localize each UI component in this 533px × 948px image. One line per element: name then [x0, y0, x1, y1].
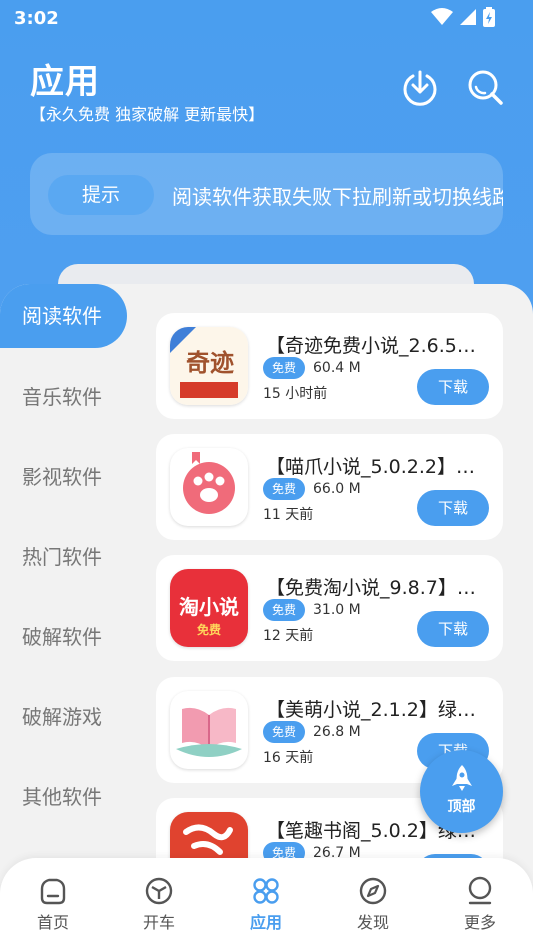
app-date: 11 天前 [263, 507, 314, 523]
battery-icon [483, 7, 495, 27]
app-icon-text: 奇迹 [186, 348, 234, 377]
signal-icon [460, 9, 476, 25]
paw-icon [170, 448, 248, 526]
tao-novel-icon: 淘小说 免费 [170, 569, 248, 647]
app-size: 26.8 M [313, 724, 361, 740]
page-title: 应用 [30, 62, 100, 102]
download-button[interactable]: 下载 [417, 369, 489, 405]
app-card[interactable]: 淘小说 免费 【免费淘小说_9.8.7】绿色版 免费 31.0 M 12 天前 … [156, 555, 503, 661]
app-date: 16 天前 [263, 750, 314, 766]
app-name: 【奇迹免费小说_2.6.5】绿色版 [266, 335, 488, 357]
qiji-novel-icon: 奇迹 [170, 327, 248, 405]
scroll-top-label: 顶部 [447, 799, 476, 815]
free-badge: 免费 [263, 721, 305, 743]
nav-label: 应用 [249, 913, 282, 932]
notice-badge: 提示 [48, 175, 154, 215]
nav-more[interactable]: 更多 [440, 876, 520, 933]
apps-icon [253, 878, 279, 904]
sidebar-item-label: 破解游戏 [22, 705, 102, 729]
sidebar-item-label: 阅读软件 [22, 304, 102, 328]
nav-drive[interactable]: 开车 [119, 876, 199, 933]
search-button[interactable] [466, 68, 504, 106]
sidebar-item-hot[interactable]: 热门软件 [0, 525, 127, 589]
app-date: 15 小时前 [263, 386, 328, 402]
notice-text: 阅读软件获取失败下拉刷新或切换线路 [172, 185, 503, 209]
nav-label: 发现 [356, 913, 389, 932]
sidebar-item-video[interactable]: 影视软件 [0, 445, 127, 509]
free-badge: 免费 [263, 357, 305, 379]
rocket-icon [452, 765, 472, 791]
sidebar-item-cracked-games[interactable]: 破解游戏 [0, 685, 127, 749]
app-icon-subtext: 免费 [196, 623, 221, 637]
nav-label: 更多 [463, 913, 496, 932]
app-card[interactable]: 【喵爪小说_5.0.2.2】绿色版 免费 66.0 M 11 天前 下载 [156, 434, 503, 540]
nav-label: 首页 [36, 913, 69, 932]
search-icon [468, 70, 503, 105]
app-name: 【美萌小说_2.1.2】绿色版 [266, 699, 488, 721]
download-button[interactable] [401, 68, 439, 106]
app-name: 【免费淘小说_9.8.7】绿色版 [266, 577, 488, 599]
app-name: 【喵爪小说_5.0.2.2】绿色版 [266, 456, 488, 478]
sidebar-item-label: 其他软件 [22, 785, 102, 809]
nav-apps[interactable]: 应用 [226, 876, 306, 933]
free-badge: 免费 [263, 599, 305, 621]
compass-icon [359, 877, 387, 905]
sidebar-item-label: 热门软件 [22, 545, 102, 569]
app-size: 31.0 M [313, 602, 361, 618]
download-icon [403, 70, 437, 106]
status-bar: 3:02 [0, 0, 533, 36]
sidebar-item-music[interactable]: 音乐软件 [0, 365, 127, 429]
app-date: 12 天前 [263, 628, 314, 644]
sidebar-item-other[interactable]: 其他软件 [0, 765, 127, 829]
app-icon-text: 淘小说 [179, 595, 239, 619]
sidebar-item-label: 影视软件 [22, 465, 102, 489]
wifi-icon [431, 8, 453, 25]
app-card[interactable]: 奇迹 【奇迹免费小说_2.6.5】绿色版 免费 60.4 M 15 小时前 下载 [156, 313, 503, 419]
download-button[interactable]: 下载 [417, 490, 489, 526]
nav-home[interactable]: 首页 [13, 876, 93, 933]
nav-label: 开车 [142, 913, 175, 932]
app-size: 60.4 M [313, 360, 361, 376]
download-button[interactable]: 下载 [417, 611, 489, 647]
free-badge: 免费 [263, 478, 305, 500]
scroll-top-button[interactable]: 顶部 [420, 750, 503, 833]
page-subtitle: 【永久免费 独家破解 更新最快】 [30, 105, 265, 124]
home-icon [40, 878, 66, 905]
sidebar-item-label: 音乐软件 [22, 385, 102, 409]
open-book-icon [170, 691, 248, 769]
nav-discover[interactable]: 发现 [333, 876, 413, 933]
cube-icon [145, 877, 173, 905]
sidebar-item-cracked-software[interactable]: 破解软件 [0, 605, 127, 669]
app-size: 66.0 M [313, 481, 361, 497]
status-time: 3:02 [14, 8, 59, 29]
notice-banner: 提示 阅读软件获取失败下拉刷新或切换线路 [30, 153, 503, 235]
status-icons [431, 7, 495, 27]
sidebar-item-reading[interactable]: 阅读软件 [0, 284, 127, 348]
bottom-nav: 首页 开车 应用 发现 更多 [0, 858, 533, 948]
user-icon [468, 876, 492, 905]
sidebar-item-label: 破解软件 [22, 625, 102, 649]
